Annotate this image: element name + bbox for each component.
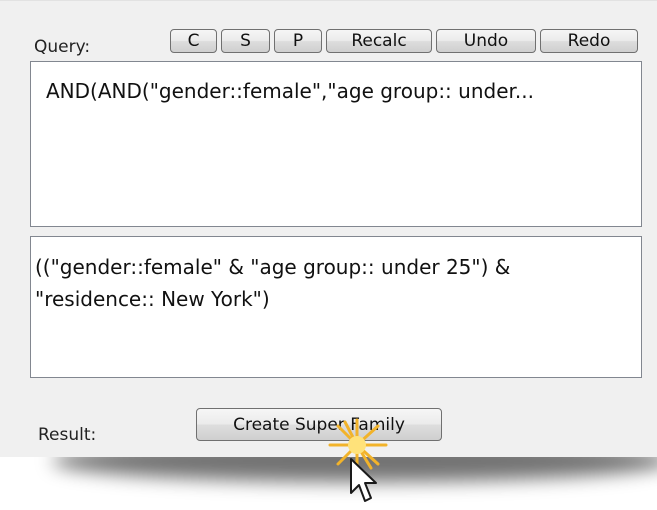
- mouse-pointer-icon: [350, 458, 377, 502]
- query-field[interactable]: AND(AND("gender::female","age group:: un…: [30, 61, 642, 227]
- create-super-family-button[interactable]: Create Super Family: [196, 408, 442, 441]
- expression-field[interactable]: (("gender::female" & "age group:: under …: [30, 236, 642, 378]
- redo-button[interactable]: Redo: [540, 29, 638, 53]
- c-button[interactable]: C: [170, 29, 217, 53]
- p-button[interactable]: P: [274, 29, 322, 53]
- recalc-button[interactable]: Recalc: [326, 29, 432, 53]
- query-panel: Query: C S P Recalc Undo Redo AND(AND("g…: [0, 0, 657, 457]
- result-label: Result:: [38, 425, 97, 445]
- query-label: Query:: [34, 37, 91, 57]
- s-button[interactable]: S: [221, 29, 270, 53]
- undo-button[interactable]: Undo: [436, 29, 536, 53]
